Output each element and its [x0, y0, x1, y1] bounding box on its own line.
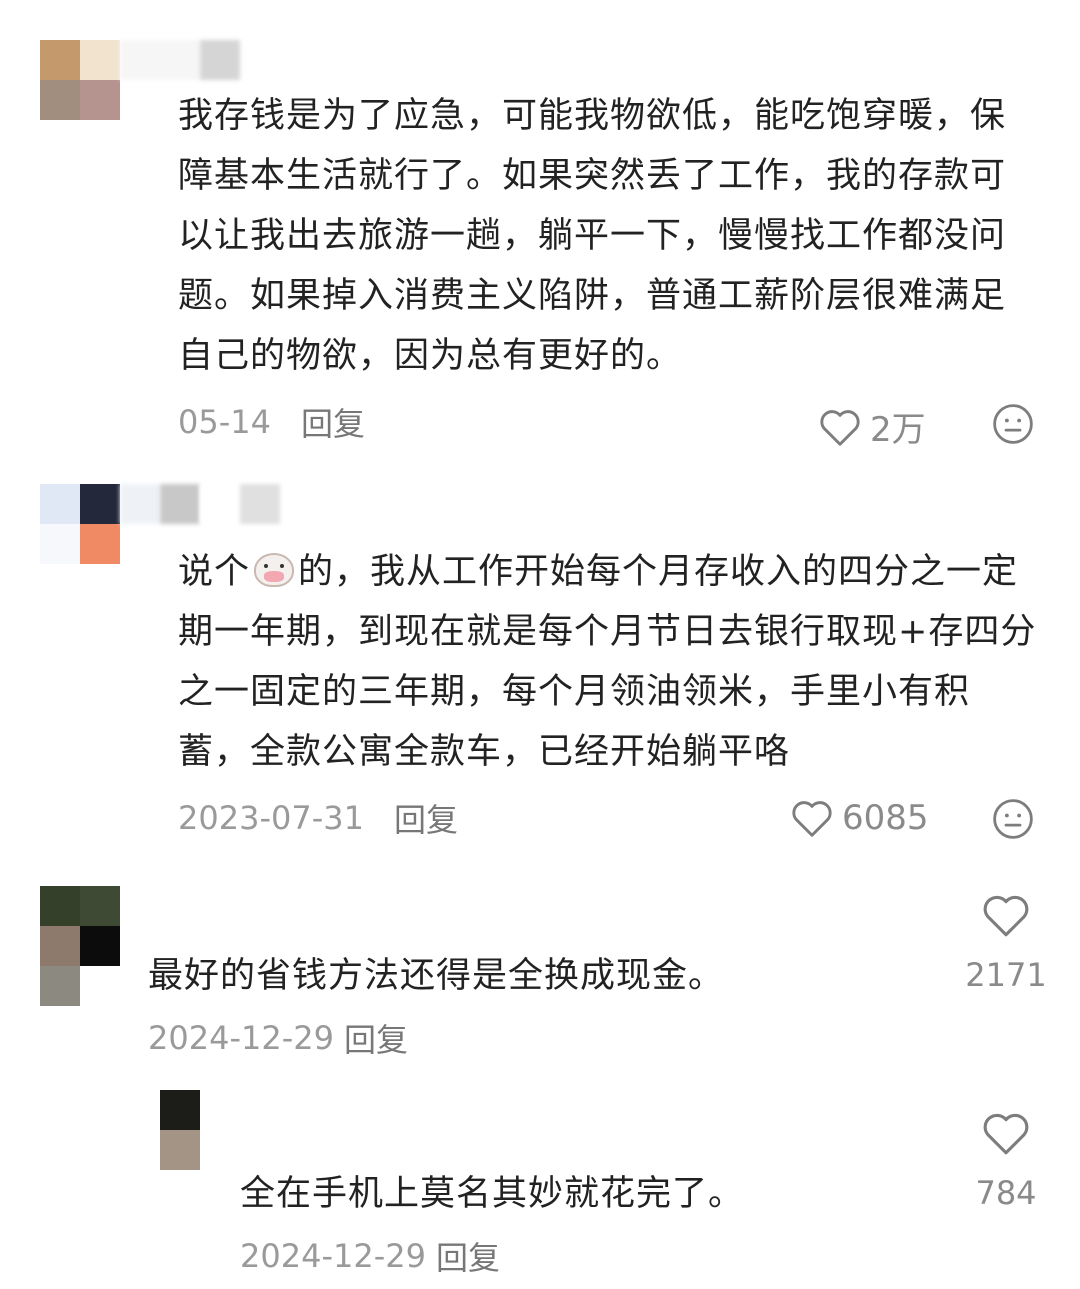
comment-text: 说个 的，我从工作开始每个月存收入的四分之一定期一年期，到现在就是每个月节日去银行… [178, 542, 1038, 782]
avatar[interactable] [160, 1090, 200, 1170]
comment-meta: 2023-07-31 回复 [178, 796, 458, 840]
like-count: 2万 [870, 410, 926, 450]
like-button[interactable]: 2171 [956, 892, 1056, 994]
avatar[interactable] [40, 484, 120, 564]
comment-3: 最好的省钱方法还得是全换成现金。 2024-12-29 回复 2171 [0, 870, 1080, 1080]
comment-meta: 2024-12-29 回复 [240, 1234, 500, 1278]
like-count: 2171 [965, 956, 1047, 994]
reply-comment: 全在手机上莫名其妙就花完了。 2024-12-29 回复 784 [0, 1080, 1080, 1289]
comment-date: 05-14 [178, 403, 271, 441]
avatar[interactable] [40, 40, 120, 120]
heart-outline-icon [820, 409, 860, 446]
username[interactable] [120, 40, 240, 80]
comment-2: 说个 的，我从工作开始每个月存收入的四分之一定期一年期，到现在就是每个月节日去银行… [0, 470, 1080, 870]
comment-text: 我存钱是为了应急，可能我物欲低，能吃饱穿暖，保障基本生活就行了。如果突然丢了工作… [178, 96, 1007, 376]
comment-meta: 05-14 回复 [178, 400, 365, 444]
heart-outline-icon [983, 895, 1029, 937]
neutral-face-icon[interactable] [992, 798, 1034, 840]
heart-outline-icon [983, 1113, 1029, 1155]
heart-outline-icon [792, 801, 832, 837]
reply-button[interactable]: 回复 [301, 399, 365, 445]
avatar[interactable] [40, 886, 120, 1006]
comment-date: 2024-12-29 [148, 1019, 334, 1057]
comment-date: 2024-12-29 [240, 1237, 426, 1275]
comment-text-part-2: 的，我从工作开始每个月存收入的四分之一定期一年期，到现在就是每个月节日去银行取现… [178, 552, 1037, 772]
reply-button[interactable]: 回复 [394, 795, 458, 841]
like-button[interactable]: 6085 [790, 798, 929, 838]
cow-face-emoji [254, 553, 295, 587]
like-count: 784 [975, 1174, 1037, 1212]
comment-date: 2023-07-31 [178, 799, 364, 837]
reply-button[interactable]: 回复 [344, 1015, 408, 1061]
reply-button[interactable]: 回复 [436, 1233, 500, 1279]
like-count: 6085 [842, 798, 929, 838]
like-button[interactable]: 2万 [818, 402, 926, 451]
comment-text-part-1: 说个 [178, 552, 251, 592]
neutral-face-icon[interactable] [992, 403, 1034, 445]
comment-meta: 2024-12-29 回复 [148, 1016, 408, 1060]
comment-text: 全在手机上莫名其妙就花完了。 [240, 1174, 745, 1214]
username[interactable] [120, 484, 280, 524]
comment-1: 我存钱是为了应急，可能我物欲低，能吃饱穿暖，保障基本生活就行了。如果突然丢了工作… [0, 0, 1080, 470]
like-button[interactable]: 784 [956, 1110, 1056, 1212]
comment-text: 最好的省钱方法还得是全换成现金。 [148, 956, 725, 996]
